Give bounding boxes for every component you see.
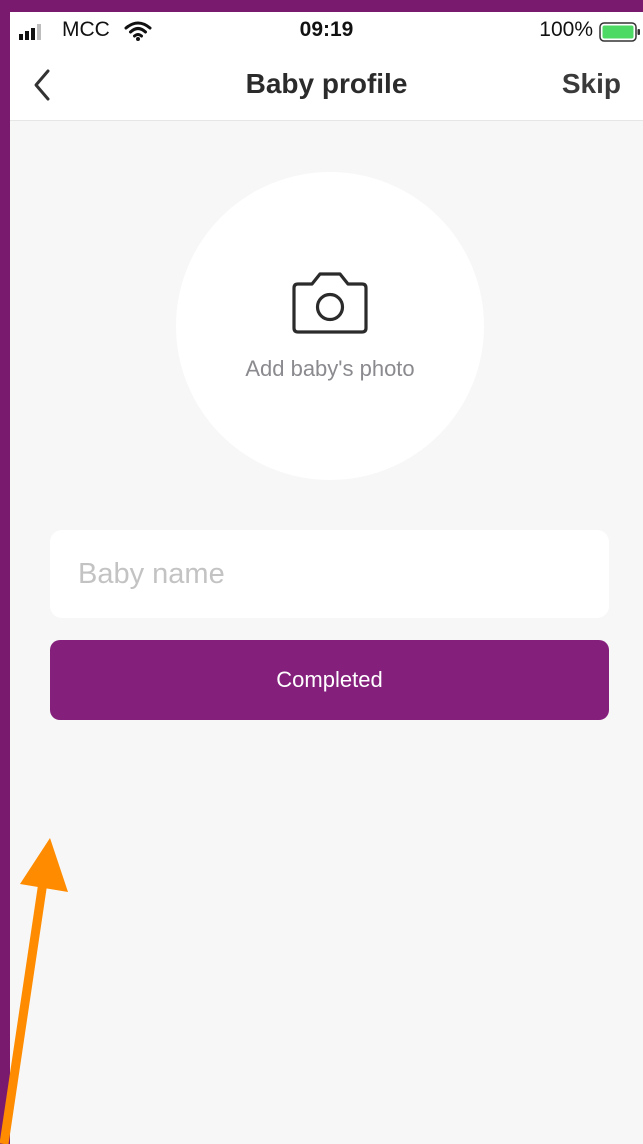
add-photo-label: Add baby's photo [245,356,415,381]
page-title: Baby profile [245,68,408,99]
battery-percent: 100% [539,18,593,41]
phone-screen: MCC 09:19 100% Baby profile Skip Add bab… [10,12,643,1144]
status-bar: MCC 09:19 100% [10,12,643,50]
navigation-bar: Baby profile Skip [10,50,643,121]
add-photo-button[interactable]: Add baby's photo [176,172,484,480]
battery-icon [599,22,640,42]
skip-button[interactable]: Skip [562,68,621,100]
completed-button[interactable]: Completed [50,640,609,720]
baby-name-input[interactable] [50,530,609,618]
annotation-arrow-icon [0,838,68,1144]
camera-icon [292,272,368,334]
